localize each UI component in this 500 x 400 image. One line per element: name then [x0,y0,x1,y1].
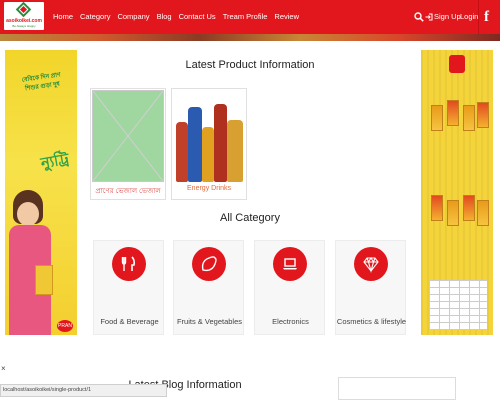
product-label[interactable]: প্রাণের ভেজাল ভেজাল [91,185,165,197]
ad-product-box [431,195,443,221]
nav-category[interactable]: Category [80,12,110,21]
category-icon-circle [112,247,146,281]
category-card-cosmetics[interactable]: Cosmetics & lifestyle [335,240,406,335]
category-icon-circle [192,247,226,281]
nav-contact-us[interactable]: Contact Us [179,12,216,21]
left-ad-banner[interactable]: বেবিকে দিন প্রাণ শিশুর গুড়া দুধ ন্যুট্র… [5,50,77,335]
nav-company[interactable]: Company [117,12,149,21]
status-url: localhost/asoikoikei/single-product/1 [3,387,92,393]
banner-strip [0,34,500,41]
ad-product-box [463,105,475,131]
login-link[interactable]: Login [460,12,478,21]
facebook-button[interactable]: f [478,0,500,34]
facebook-icon: f [484,9,489,25]
left-ad-brand: ন্যুট্রি [39,150,71,173]
fork-knife-icon [121,256,136,271]
main-nav: Home Category Company Blog Contact Us Tr… [53,12,299,21]
pran-logo: PRAN [57,320,73,332]
right-ad-logo [449,55,465,73]
left-ad-text: বেবিকে দিন প্রাণ শিশুর গুড়া দুধ [21,72,62,93]
close-icon[interactable]: × [1,364,6,373]
placeholder-image [92,90,164,182]
search-icon[interactable] [414,12,424,22]
ad-product-pack [35,265,53,295]
product-card[interactable]: প্রাণের ভেজাল ভেজাল [90,88,166,200]
nav-blog[interactable]: Blog [157,12,172,21]
signup-label: Sign Up [434,12,461,21]
logo-mark-icon [15,1,32,18]
ad-product-box [431,105,443,131]
category-label: Electronics [272,317,309,326]
logo-tagline: Be Always Happy [12,24,36,28]
ad-product-box [463,195,475,221]
ad-girl-face [17,202,39,226]
laptop-icon [283,258,297,270]
nav-team-profile[interactable]: Tream Profile [223,12,268,21]
category-card-fruits[interactable]: Fruits & Vegetables [173,240,244,335]
ad-product-box [477,102,489,128]
all-category-title: All Category [220,212,280,224]
latest-product-title: Latest Product Information [185,59,315,71]
navbar: asoikoikei.com Be Always Happy Home Cate… [0,0,500,34]
product-label[interactable]: Energy Drinks [172,185,246,192]
energy-drinks-image [173,90,245,182]
right-ad-banner[interactable] [421,50,493,335]
category-card-food[interactable]: Food & Beverage [93,240,164,335]
category-label: Food & Beverage [100,317,159,326]
category-label: Cosmetics & lifestyle [336,317,407,326]
nav-review[interactable]: Review [274,12,299,21]
category-label: Fruits & Vegetables [176,317,243,326]
page: asoikoikei.com Be Always Happy Home Cate… [0,0,500,400]
ad-price-table [429,280,487,330]
nav-home[interactable]: Home [53,12,73,21]
product-card[interactable]: Energy Drinks [171,88,247,200]
ad-product-box [447,200,459,226]
diamond-icon [363,256,379,273]
site-logo[interactable]: asoikoikei.com Be Always Happy [4,1,44,30]
browser-status-bar: localhost/asoikoikei/single-product/1 [0,384,167,397]
blog-sidebar-box [338,377,456,400]
category-card-electronics[interactable]: Electronics [254,240,325,335]
ad-product-box [477,200,489,226]
lemon-icon [201,256,217,272]
signup-link[interactable]: Sign Up [425,12,461,21]
ad-product-box [447,100,459,126]
category-icon-circle [354,247,388,281]
category-icon-circle [273,247,307,281]
sign-in-icon [425,13,433,20]
